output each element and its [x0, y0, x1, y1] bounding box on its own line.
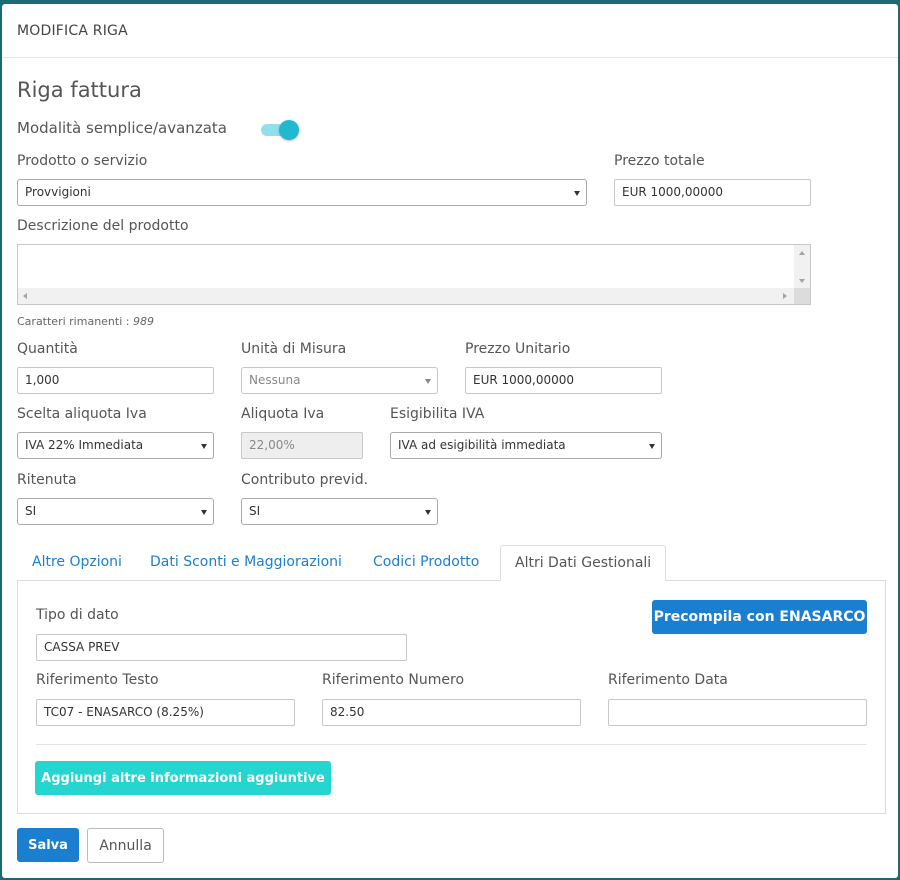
- tab-altre-opzioni[interactable]: Altre Opzioni: [32, 554, 122, 570]
- toggle-knob: [279, 120, 299, 140]
- add-info-button[interactable]: Aggiungi altre informazioni aggiuntive: [35, 761, 331, 795]
- tab-dati-sconti[interactable]: Dati Sconti e Maggiorazioni: [150, 554, 342, 570]
- vat-choice-label: Scelta aliquota Iva: [17, 406, 147, 422]
- ref-number-input[interactable]: 82.50: [322, 699, 581, 726]
- remaining-chars: Caratteri rimanenti : 989: [17, 315, 154, 328]
- data-type-label: Tipo di dato: [36, 607, 119, 623]
- chevron-down-icon: [425, 510, 431, 515]
- scrollbar-corner: [794, 288, 810, 304]
- social-contribution-label: Contributo previd.: [241, 472, 369, 488]
- vat-exigibility-label: Esigibilita IVA: [390, 406, 485, 422]
- vat-rate-label: Aliquota Iva: [241, 406, 325, 422]
- withholding-select[interactable]: SI: [17, 498, 214, 525]
- remaining-chars-prefix: Caratteri rimanenti :: [17, 315, 130, 328]
- social-contribution-value: SI: [249, 504, 261, 518]
- modal-title: MODIFICA RIGA: [17, 22, 128, 39]
- cancel-button[interactable]: Annulla: [87, 828, 164, 863]
- social-contribution-select[interactable]: SI: [241, 498, 438, 525]
- tab-codici-prodotto[interactable]: Codici Prodotto: [373, 554, 479, 570]
- vat-exigibility-select[interactable]: IVA ad esigibilità immediata: [390, 432, 662, 459]
- quantity-label: Quantità: [17, 341, 78, 357]
- unit-price-input[interactable]: EUR 1000,00000: [465, 367, 662, 394]
- remaining-chars-count: 989: [132, 315, 154, 328]
- ref-date-input[interactable]: [608, 699, 867, 726]
- scroll-down-icon[interactable]: [799, 279, 805, 283]
- scroll-right-icon[interactable]: [783, 293, 787, 299]
- data-type-input[interactable]: CASSA PREV: [36, 634, 407, 661]
- ref-date-label: Riferimento Data: [608, 672, 728, 688]
- vat-choice-select[interactable]: IVA 22% Immediata: [17, 432, 214, 459]
- withholding-value: SI: [25, 504, 37, 518]
- modal-dialog: MODIFICA RIGA Riga fattura Modalità semp…: [2, 4, 898, 878]
- chevron-down-icon: [425, 379, 431, 384]
- ref-number-label: Riferimento Numero: [322, 672, 465, 688]
- description-textarea[interactable]: [17, 244, 811, 305]
- ref-text-input[interactable]: TC07 - ENASARCO (8.25%): [36, 699, 295, 726]
- unit-label: Unità di Misura: [241, 341, 347, 357]
- withholding-label: Ritenuta: [17, 472, 77, 488]
- vertical-scrollbar[interactable]: [794, 245, 810, 289]
- mode-toggle-label: Modalità semplice/avanzata: [17, 119, 227, 137]
- scroll-left-icon[interactable]: [23, 293, 27, 299]
- vat-exigibility-value: IVA ad esigibilità immediata: [398, 438, 566, 452]
- chevron-down-icon: [649, 444, 655, 449]
- section-title: Riga fattura: [17, 78, 142, 102]
- horizontal-scrollbar[interactable]: [18, 288, 794, 304]
- product-select[interactable]: Provvigioni: [17, 179, 587, 206]
- product-label: Prodotto o servizio: [17, 153, 148, 169]
- ref-text-label: Riferimento Testo: [36, 672, 159, 688]
- chevron-down-icon: [201, 510, 207, 515]
- panel-divider: [36, 744, 867, 745]
- description-label: Descrizione del prodotto: [17, 218, 189, 234]
- mode-toggle[interactable]: [259, 119, 303, 141]
- unit-price-label: Prezzo Unitario: [465, 341, 571, 357]
- unit-select[interactable]: Nessuna: [241, 367, 438, 394]
- chevron-down-icon: [201, 444, 207, 449]
- save-button[interactable]: Salva: [17, 828, 79, 862]
- vat-choice-value: IVA 22% Immediata: [25, 438, 144, 452]
- product-select-value: Provvigioni: [25, 185, 91, 199]
- quantity-input[interactable]: 1,000: [17, 367, 214, 394]
- total-price-label: Prezzo totale: [614, 153, 705, 169]
- modal-header: MODIFICA RIGA: [2, 4, 898, 58]
- total-price-input[interactable]: EUR 1000,00000: [614, 179, 811, 206]
- prefill-enasarco-button[interactable]: Precompila con ENASARCO: [652, 600, 867, 634]
- chevron-down-icon: [574, 191, 580, 196]
- tab-altri-dati-gestionali[interactable]: Altri Dati Gestionali: [500, 545, 667, 581]
- unit-select-value: Nessuna: [249, 373, 301, 387]
- vat-rate-input: 22,00%: [241, 432, 363, 459]
- scroll-up-icon[interactable]: [799, 251, 805, 255]
